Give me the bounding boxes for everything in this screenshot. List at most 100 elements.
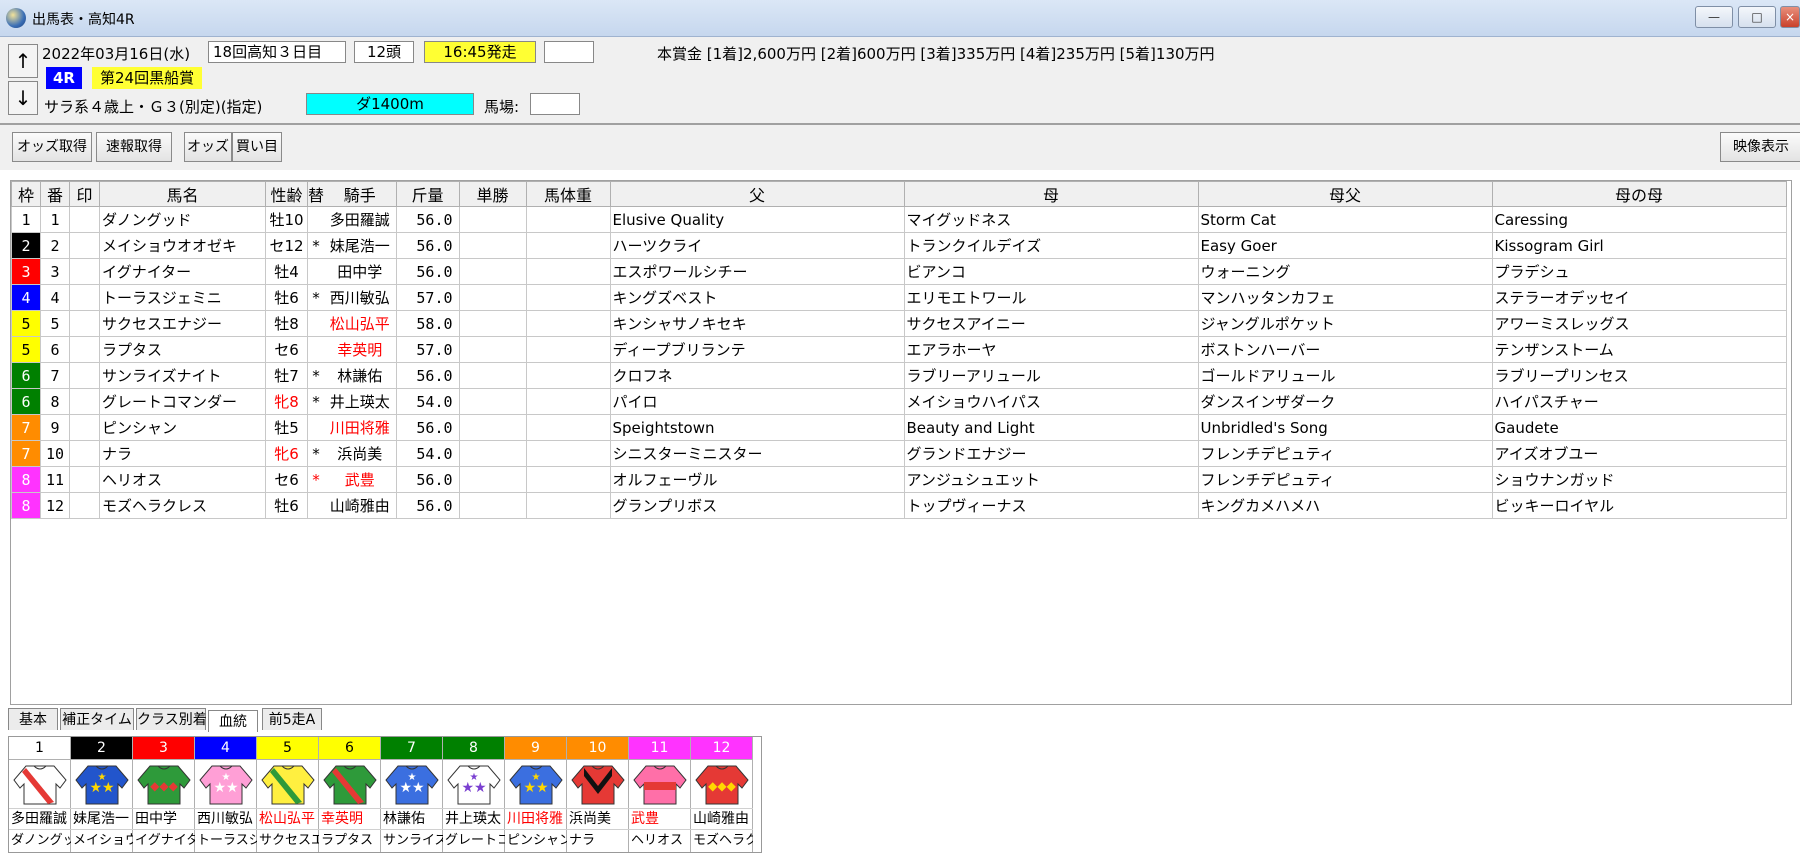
table-row[interactable]: 5 6 ラプタス セ6 幸英明 57.0 ディープブリランテ エアラホーヤ ボストンハーバー テン…	[11, 336, 1787, 363]
dam-cell: サクセスアイニー	[903, 310, 1199, 337]
silk-entry[interactable]: 11 武豊 ヘリオス	[629, 737, 691, 852]
table-row[interactable]: 1 1 ダノングッド 牡10 多田羅誠 56.0 Elusive Quality マイグッドネ…	[11, 206, 1787, 233]
table-row[interactable]: 5 5 サクセスエナジー 牡8 松山弘平 58.0 キンシャサノキセキ サクセスアイニー ジャン…	[11, 310, 1787, 337]
weight-header[interactable]: 斤量	[395, 181, 460, 207]
tab-last5[interactable]: 前5走A	[262, 708, 322, 730]
damdam-header[interactable]: 母の母	[1491, 181, 1787, 207]
maximize-button[interactable]: □	[1738, 6, 1776, 28]
silk-entry[interactable]: 6 幸英明 ラプタス	[319, 737, 381, 852]
damdam-cell: ショウナンガッド	[1491, 466, 1787, 493]
waku-cell: 7	[11, 440, 41, 467]
tab-basic[interactable]: 基本	[8, 708, 58, 730]
video-button[interactable]: 映像表示	[1720, 132, 1800, 162]
jockey-cell: 山崎雅由	[324, 492, 397, 519]
table-row[interactable]: 6 8 グレートコマンダー 牝8 * 井上瑛太 54.0 パイロ メイショウハイパス ダンスインザ…	[11, 388, 1787, 415]
jockey-header[interactable]: 騎手	[324, 181, 397, 207]
mark-cell	[69, 310, 100, 337]
dam-header[interactable]: 母	[903, 181, 1199, 207]
sire-cell: ハーツクライ	[609, 232, 905, 259]
table-row[interactable]: 6 7 サンライズナイト 牡7 * 林謙佑 56.0 クロフネ ラブリーアリュール ゴールドアリュ…	[11, 362, 1787, 389]
swap-cell	[307, 414, 325, 441]
sex-age-cell: セ12	[265, 232, 308, 259]
number-cell: 9	[40, 414, 70, 441]
bets-button[interactable]: 買い目	[232, 132, 282, 162]
body-weight-cell	[525, 284, 611, 311]
svg-text:◆◆◆: ◆◆◆	[708, 779, 736, 793]
window-title: 出馬表・高知4R	[32, 12, 135, 28]
quick-fetch-button[interactable]: 速報取得	[96, 132, 172, 162]
silk-horse-name: ヘリオス	[629, 829, 691, 850]
mark-header[interactable]: 印	[69, 181, 100, 207]
number-header[interactable]: 番	[40, 181, 70, 207]
odds-button[interactable]: オッズ	[184, 132, 232, 162]
body-weight-cell	[525, 388, 611, 415]
mark-cell	[69, 388, 100, 415]
race-number: 4R	[46, 67, 82, 89]
table-row[interactable]: 7 10 ナラ 牝6 * 浜尚美 54.0 シニスターミニスター グランドエナジー フレンチデピュ…	[11, 440, 1787, 467]
race-name: 第24回黒船賞	[92, 67, 203, 89]
silk-horse-name: サンライズナイト	[381, 829, 443, 850]
race-date: 2022年03月16日(水)	[42, 45, 191, 63]
sex-age-header[interactable]: 性齢	[265, 181, 308, 207]
sex-age-cell: 牝6	[265, 440, 308, 467]
table-row[interactable]: 7 9 ピンシャン 牡5 川田将雅 56.0 Speightstown Beauty and …	[11, 414, 1787, 441]
table-row[interactable]: 3 3 イグナイター 牡4 田中学 56.0 エスポワールシチー ビアンコ ウォーニング プラデシ…	[11, 258, 1787, 285]
win-odds-cell	[458, 258, 527, 285]
weight-cell: 56.0	[395, 232, 460, 259]
damsire-header[interactable]: 母父	[1197, 181, 1493, 207]
waku-header[interactable]: 枠	[11, 181, 41, 207]
waku-cell: 6	[11, 388, 41, 415]
sire-cell: Elusive Quality	[609, 206, 905, 233]
swap-cell: *	[307, 232, 325, 259]
silk-entry[interactable]: 10 浜尚美 ナラ	[567, 737, 629, 852]
damdam-cell: アワーミスレッグス	[1491, 310, 1787, 337]
sire-cell: Speightstown	[609, 414, 905, 441]
odds-fetch-button[interactable]: オッズ取得	[12, 132, 92, 162]
silk-entry[interactable]: 2 ★★★ 妹尾浩一メイショウオオゼキ	[71, 737, 133, 852]
swap-cell: *	[307, 284, 325, 311]
damdam-cell: ステラーオデッセイ	[1491, 284, 1787, 311]
silk-entry[interactable]: 4 ★★★ 西川敏弘トーラスジェミニ	[195, 737, 257, 852]
damdam-cell: テンザンストーム	[1491, 336, 1787, 363]
sire-header[interactable]: 父	[609, 181, 905, 207]
weight-cell: 56.0	[395, 206, 460, 233]
horse-name-cell: ダノングッド	[99, 206, 266, 233]
close-button[interactable]: ×	[1780, 6, 1800, 28]
win-odds-cell	[458, 284, 527, 311]
table-row[interactable]: 8 12 モズヘラクレス 牡6 山崎雅由 56.0 グランプリボス トップヴィーナス キングカメ…	[11, 492, 1787, 519]
horse-name-header[interactable]: 馬名	[99, 181, 266, 207]
table-row[interactable]: 8 11 ヘリオス セ6 * 武豊 56.0 オルフェーヴル アンジュシュエット フレンチデピュテ…	[11, 466, 1787, 493]
jockey-cell: 武豊	[324, 466, 397, 493]
sex-age-cell: 牡8	[265, 310, 308, 337]
damdam-cell: Caressing	[1491, 206, 1787, 233]
jockey-silks-icon	[260, 762, 316, 806]
number-cell: 2	[40, 232, 70, 259]
number-cell: 11	[40, 466, 70, 493]
prev-race-button[interactable]: ↑	[8, 44, 38, 78]
silk-number: 10	[567, 737, 628, 760]
mark-cell	[69, 466, 100, 493]
body-weight-header[interactable]: 馬体重	[525, 181, 611, 207]
horse-name-cell: サクセスエナジー	[99, 310, 266, 337]
minimize-button[interactable]: —	[1695, 6, 1733, 28]
silk-entry[interactable]: 1 多田羅誠ダノングッド	[9, 737, 71, 852]
silk-entry[interactable]: 12 ◆◆◆ 山崎雅由モズヘラクレス	[691, 737, 753, 852]
table-row[interactable]: 2 2 メイショウオオゼキ セ12 * 妹尾浩一 56.0 ハーツクライ トランクイルデイズ Ea…	[11, 232, 1787, 259]
silk-entry[interactable]: 7 ★★★ 林謙佑サンライズナイト	[381, 737, 443, 852]
silk-jockey-name: 山崎雅由	[691, 808, 753, 828]
next-race-button[interactable]: ↓	[8, 81, 38, 115]
swap-header[interactable]: 替	[307, 181, 325, 207]
silk-entry[interactable]: 9 ★★ ★ 川田将雅 ピンシャン	[505, 737, 567, 852]
entry-grid[interactable]: 枠番印馬名 性齢替騎手 斤量 単勝 馬体重父母母父 母の母 1 1 ダノングッド 牡10 多田羅誠…	[10, 180, 1792, 705]
silk-entry[interactable]: 8 ★★★ 井上瑛太グレートコマンダー	[443, 737, 505, 852]
table-row[interactable]: 4 4 トーラスジェミニ 牡6 * 西川敏弘 57.0 キングズベスト エリモエトワール マンハッ…	[11, 284, 1787, 311]
jockey-silks-icon: ★★ ★	[384, 762, 440, 806]
tab-class-finish[interactable]: クラス別着	[136, 708, 207, 730]
tab-corrected-time[interactable]: 補正タイム	[60, 708, 134, 730]
win-odds-header[interactable]: 単勝	[458, 181, 527, 207]
tab-pedigree[interactable]: 血統	[208, 710, 258, 732]
weight-cell: 56.0	[395, 362, 460, 389]
dam-cell: トランクイルデイズ	[903, 232, 1199, 259]
silk-entry[interactable]: 3 ◆◆◆ 田中学イグナイター	[133, 737, 195, 852]
silk-entry[interactable]: 5 松山弘平サクセスエナジー	[257, 737, 319, 852]
